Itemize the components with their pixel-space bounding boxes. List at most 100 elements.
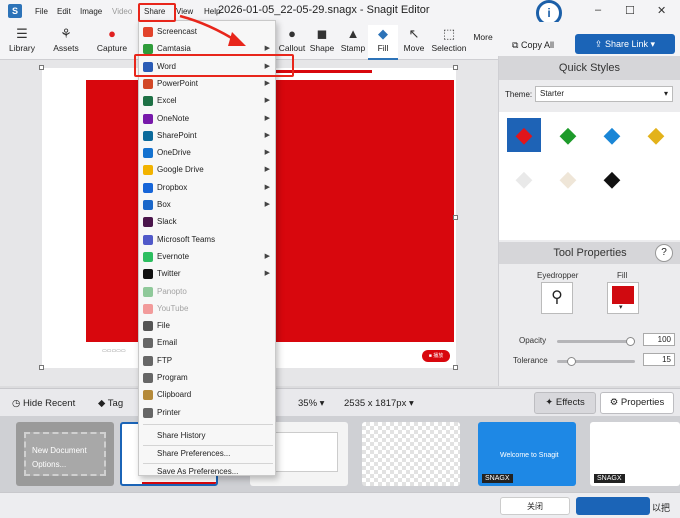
stamp-tool-button[interactable]: ▲ Stamp: [339, 25, 367, 53]
resize-handle[interactable]: [453, 365, 458, 370]
resize-handle[interactable]: [453, 65, 458, 70]
recent-capture-thumb[interactable]: SNAGX: [590, 422, 680, 486]
options-label: Options...: [32, 460, 67, 469]
share-menu-item-label: PowerPoint: [157, 78, 198, 88]
recent-capture-thumb[interactable]: [362, 422, 460, 486]
share-menu-item-twitter[interactable]: Twitter ▶: [139, 266, 275, 282]
share-menu-item-youtube: YouTube: [139, 301, 275, 317]
shape-tool-button[interactable]: ◼ Shape: [308, 25, 336, 53]
maximize-button[interactable]: ☐: [625, 4, 635, 17]
tolerance-slider-knob[interactable]: [567, 357, 577, 366]
share-menu-item-excel[interactable]: Excel ▶: [139, 93, 275, 109]
share-menu-item-sharepoint[interactable]: SharePoint ▶: [139, 128, 275, 144]
menu-image[interactable]: Image: [80, 7, 102, 16]
style-swatch-red[interactable]: ◆: [507, 118, 541, 152]
footer-text: 以把: [652, 503, 671, 513]
opacity-input[interactable]: 100: [643, 333, 675, 346]
opacity-slider-track[interactable]: [557, 340, 635, 343]
new-document-tile[interactable]: New Document Options...: [16, 422, 114, 486]
dimensions-select[interactable]: 2535 x 1817px ▾: [344, 398, 414, 409]
chevron-right-icon: ▶: [264, 114, 270, 122]
effects-button[interactable]: ✦ Effects: [534, 392, 596, 414]
share-menu-item-label: Printer: [157, 407, 181, 417]
share-menu-item-onenote[interactable]: OneNote ▶: [139, 111, 275, 127]
copy-all-button[interactable]: ⧉ Copy All: [512, 40, 554, 51]
style-swatch-white[interactable]: ◆: [507, 162, 541, 196]
menu-lines-icon: ☰: [16, 26, 28, 41]
share-menu-item-label: Panopto: [157, 286, 187, 296]
share-menu-item-label: YouTube: [157, 303, 189, 313]
hide-recent-button[interactable]: ◷ Hide Recent: [12, 398, 75, 409]
library-button[interactable]: ☰ Library: [6, 25, 38, 53]
share-menu-item-onedrive[interactable]: OneDrive ▶: [139, 145, 275, 161]
menu-edit[interactable]: Edit: [57, 7, 71, 16]
selection-tool-button[interactable]: ⬚ Selection: [430, 25, 468, 53]
close-dialog-button[interactable]: 关闭: [500, 497, 570, 515]
share-menu-item-dropbox[interactable]: Dropbox ▶: [139, 180, 275, 196]
eyedropper-button[interactable]: ⚲: [541, 282, 573, 314]
share-history-item[interactable]: Share History: [139, 428, 275, 444]
properties-button[interactable]: ⚙ Properties: [600, 392, 674, 414]
share-link-button[interactable]: ⇪ Share Link ▾: [575, 34, 675, 54]
teams-icon: [143, 234, 153, 245]
tag-button[interactable]: ◆ Tag: [98, 398, 123, 409]
share-menu-item-evernote[interactable]: Evernote ▶: [139, 249, 275, 265]
share-menu-item-printer[interactable]: Printer: [139, 405, 275, 421]
share-menu-item-clipboard[interactable]: Clipboard: [139, 387, 275, 403]
resize-handle[interactable]: [39, 65, 44, 70]
opacity-slider-knob[interactable]: [626, 337, 635, 346]
save-as-preferences-item[interactable]: Save As Preferences...: [139, 464, 275, 480]
close-button[interactable]: ✕: [657, 4, 666, 17]
share-menu-item-ftp[interactable]: FTP: [139, 353, 275, 369]
fill-color-button[interactable]: ▾: [607, 282, 639, 314]
chevron-down-icon: ▾: [650, 39, 656, 49]
menu-video[interactable]: Video: [112, 7, 132, 16]
callout-tool-button[interactable]: ● Callout: [277, 25, 307, 53]
tolerance-input[interactable]: 15: [643, 353, 675, 366]
style-swatch-yellow[interactable]: ◆: [639, 118, 673, 152]
tag-icon: ◆: [98, 398, 106, 409]
google-drive-icon: [143, 165, 153, 176]
fill-bucket-icon: ◆: [647, 122, 665, 147]
share-menu-item-program[interactable]: Program: [139, 370, 275, 386]
chevron-right-icon: ▶: [264, 97, 270, 105]
theme-select[interactable]: Starter ▾: [535, 86, 673, 102]
share-menu-item-label: SharePoint: [157, 130, 197, 140]
confirm-dialog-button[interactable]: [576, 497, 650, 515]
minimize-button[interactable]: –: [595, 4, 601, 16]
share-link-label: Share Link: [604, 39, 649, 49]
annotation-arrow: [179, 14, 246, 46]
share-menu-item-email[interactable]: Email: [139, 335, 275, 351]
fill-tool-button[interactable]: ◆ Fill: [368, 25, 398, 60]
style-swatch-cream[interactable]: ◆: [551, 162, 585, 196]
assets-button[interactable]: ⚘ Assets: [46, 25, 86, 53]
share-menu-item-microsoft-teams[interactable]: Microsoft Teams: [139, 232, 275, 248]
chevron-right-icon: ▶: [264, 252, 270, 260]
chevron-right-icon: ▶: [264, 183, 270, 191]
capture-button[interactable]: ● Capture: [94, 25, 130, 53]
move-tool-button[interactable]: ↖ Move: [401, 25, 427, 53]
share-menu-item-powerpoint[interactable]: PowerPoint ▶: [139, 76, 275, 92]
share-menu-item-box[interactable]: Box ▶: [139, 197, 275, 213]
style-swatch-green[interactable]: ◆: [551, 118, 585, 152]
style-swatch-black[interactable]: ◆: [595, 162, 629, 196]
share-menu-item-label: Excel: [157, 96, 177, 106]
resize-handle[interactable]: [453, 215, 458, 220]
excel-icon: [143, 96, 153, 107]
share-menu-item-file[interactable]: File: [139, 318, 275, 334]
style-swatch-blue[interactable]: ◆: [595, 118, 629, 152]
share-menu-item-google-drive[interactable]: Google Drive ▶: [139, 162, 275, 178]
bottom-bar: ◷ Hide Recent ◆ Tag 35% ▾ 2535 x 1817px …: [0, 388, 680, 416]
share-menu-item-slack[interactable]: Slack: [139, 214, 275, 230]
welcome-snagit-thumb[interactable]: Welcome to Snagit SNAGX: [478, 422, 576, 486]
share-menu-item-panopto: Panopto: [139, 284, 275, 300]
evernote-icon: [143, 251, 153, 262]
help-button[interactable]: ?: [655, 244, 673, 262]
doc-footnote: ▭▭▭▭▭: [102, 348, 126, 354]
more-tools-button[interactable]: More: [470, 32, 496, 42]
menu-file[interactable]: File: [35, 7, 48, 16]
share-preferences-item[interactable]: Share Preferences...: [139, 446, 275, 462]
title-bar: S File Edit Image Video Share View Help …: [0, 0, 680, 26]
resize-handle[interactable]: [39, 365, 44, 370]
zoom-select[interactable]: 35% ▾: [298, 398, 324, 409]
